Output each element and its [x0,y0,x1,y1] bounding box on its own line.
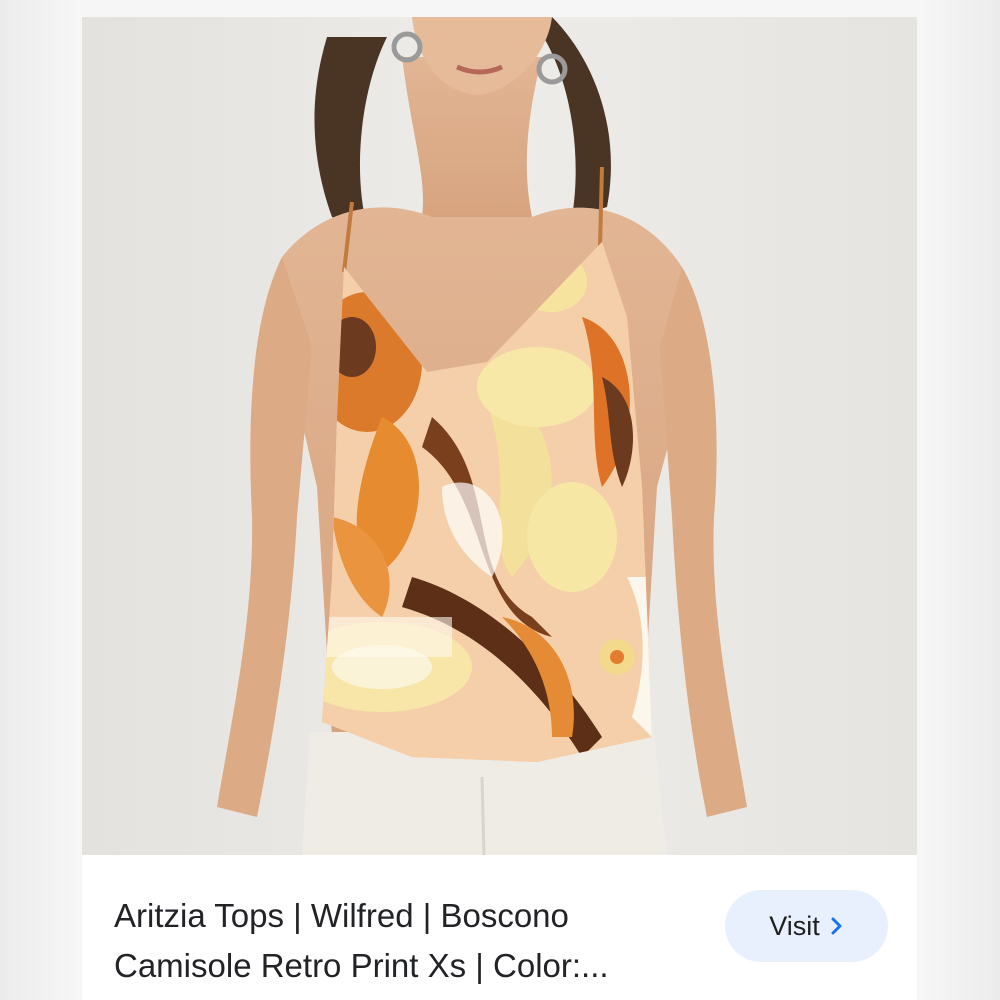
caption-bar: Aritzia Tops | Wilfred | Boscono Camisol… [82,855,917,1000]
visit-button-label: Visit [769,910,820,941]
page: Aritzia Tops | Wilfred | Boscono Camisol… [0,0,1000,1000]
product-card: Aritzia Tops | Wilfred | Boscono Camisol… [82,17,917,1000]
product-title[interactable]: Aritzia Tops | Wilfred | Boscono Camisol… [114,891,674,991]
visit-button[interactable]: Visit [725,890,888,962]
product-image[interactable] [82,17,917,855]
chevron-right-icon [830,916,844,936]
product-photo-illustration [82,17,917,855]
